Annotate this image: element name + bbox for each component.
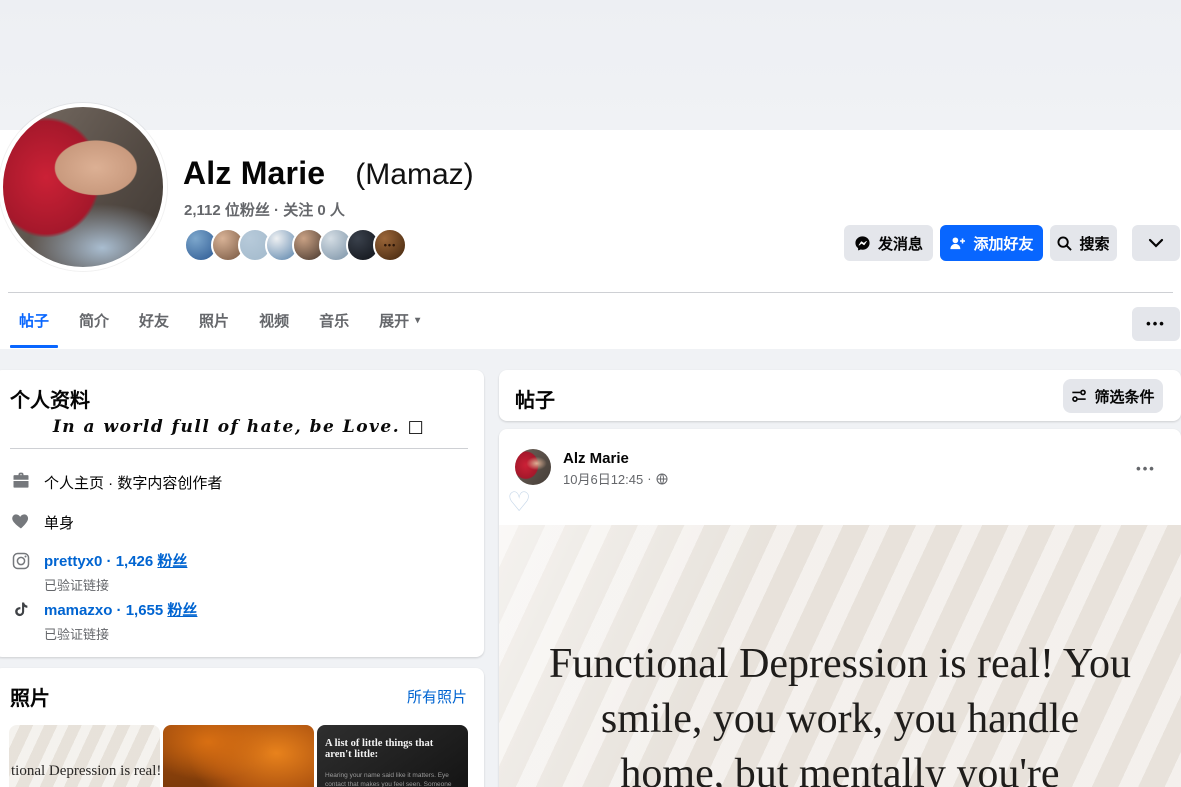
- message-button-label: 发消息: [877, 235, 923, 253]
- filter-button-label: 筛选条件: [1094, 388, 1155, 406]
- intro-row-tiktok: mamazxo · 1,655 粉丝 已验证链接: [10, 599, 197, 643]
- instagram-icon: [10, 550, 32, 572]
- thumbnail-caption: tional Depression is real!: [11, 763, 160, 779]
- intro-title: 个人资料: [10, 390, 90, 412]
- message-button[interactable]: 发消息: [844, 225, 933, 261]
- profile-alias: (Mamaz): [355, 158, 474, 191]
- profile-more-button[interactable]: [1132, 225, 1180, 261]
- cover-photo[interactable]: [0, 0, 1181, 130]
- person-add-icon: [949, 235, 966, 252]
- intro-row-relationship: 单身: [10, 510, 74, 533]
- facebook-profile-page: Alz Marie (Mamaz) 2,112 位粉丝 · 关注 0 人 •••…: [0, 0, 1181, 787]
- post-author-avatar[interactable]: [515, 449, 551, 485]
- search-button-label: 搜索: [1079, 235, 1110, 253]
- thumbnail-title: A list of little things that aren't litt…: [325, 738, 434, 760]
- post-card: Alz Marie 10月6日12:45 · ♡ Functional Depr…: [499, 429, 1181, 787]
- tiktok-verified-label: 已验证链接: [44, 627, 110, 642]
- chevron-down-icon: [1148, 237, 1164, 249]
- filter-button[interactable]: 筛选条件: [1063, 379, 1163, 413]
- photo-thumbnail-list[interactable]: A list of little things that aren't litt…: [317, 725, 468, 787]
- instagram-link[interactable]: prettyx0 · 1,426 粉丝: [44, 553, 187, 570]
- thumbnail-lines: Hearing your name said like it matters. …: [325, 772, 452, 787]
- add-friend-button[interactable]: 添加好友: [940, 225, 1043, 261]
- post-image-quote: Functional Depression is real! You smile…: [548, 641, 1132, 787]
- photo-thumbnail-autumn[interactable]: [163, 725, 314, 787]
- photo-thumbnail-quote[interactable]: tional Depression is real!: [9, 725, 160, 787]
- search-button[interactable]: 搜索: [1050, 225, 1117, 261]
- see-all-photos-link[interactable]: 所有照片: [407, 686, 467, 707]
- photos-title: 照片: [10, 688, 50, 710]
- profile-tabs: 帖子 简介 好友 照片 视频 音乐 展开 ▾: [4, 293, 435, 348]
- photos-card: 照片 所有照片 tional Depression is real! A lis…: [0, 668, 484, 787]
- briefcase-icon: [10, 470, 32, 492]
- followers-stats[interactable]: 2,112 位粉丝 · 关注 0 人: [184, 199, 345, 220]
- tab-posts[interactable]: 帖子: [4, 293, 64, 348]
- search-icon: [1057, 235, 1073, 251]
- messenger-icon: [854, 235, 871, 252]
- friend-avatar[interactable]: •••: [373, 228, 407, 262]
- globe-icon: [656, 473, 668, 485]
- friends-avatars: •••: [184, 228, 407, 262]
- post-body-heart: ♡: [507, 487, 532, 517]
- tab-videos[interactable]: 视频: [244, 293, 304, 348]
- caret-down-icon: ▾: [415, 315, 421, 326]
- instagram-verified-label: 已验证链接: [44, 578, 110, 593]
- add-friend-button-label: 添加好友: [973, 235, 1034, 253]
- tab-music[interactable]: 音乐: [304, 293, 364, 348]
- posts-title: 帖子: [515, 390, 555, 412]
- intro-work-text: 个人主页 · 数字内容创作者: [44, 475, 223, 492]
- post-image[interactable]: Functional Depression is real! You smile…: [499, 525, 1181, 787]
- post-timestamp[interactable]: 10月6日12:45 ·: [563, 469, 668, 488]
- tab-about[interactable]: 简介: [64, 293, 124, 348]
- intro-row-instagram: prettyx0 · 1,426 粉丝 已验证链接: [10, 550, 187, 594]
- intro-row-work: 个人主页 · 数字内容创作者: [10, 470, 222, 493]
- heart-icon: [10, 510, 32, 532]
- post-more-button[interactable]: •••: [1126, 455, 1166, 483]
- intro-relationship-text: 单身: [44, 515, 75, 532]
- profile-name: Alz Marie: [183, 155, 326, 191]
- profile-bio: In a world full of hate, be Love. □: [52, 417, 426, 437]
- intro-divider: [10, 448, 468, 449]
- intro-card: 个人资料 In a world full of hate, be Love. □…: [0, 370, 484, 657]
- tiktok-icon: [10, 599, 32, 621]
- profile-picture[interactable]: [0, 103, 167, 271]
- photo-thumbnails: tional Depression is real! A list of lit…: [9, 725, 468, 787]
- tab-expand[interactable]: 展开 ▾: [364, 293, 435, 348]
- ellipsis-icon: •••: [1146, 316, 1166, 331]
- filters-icon: [1071, 388, 1087, 404]
- tab-friends[interactable]: 好友: [124, 293, 184, 348]
- post-author-name[interactable]: Alz Marie: [563, 450, 629, 467]
- tiktok-link[interactable]: mamazxo · 1,655 粉丝: [44, 602, 197, 619]
- tab-photos[interactable]: 照片: [184, 293, 244, 348]
- profile-name-row: Alz Marie (Mamaz): [183, 155, 474, 192]
- tabs-more-button[interactable]: •••: [1132, 307, 1180, 341]
